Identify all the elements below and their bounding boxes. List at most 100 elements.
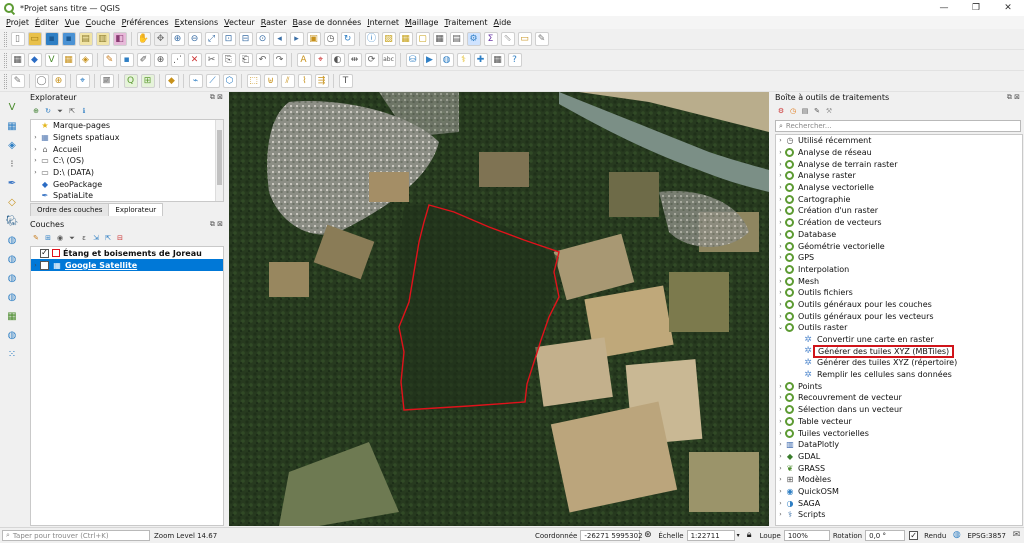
maximize-button[interactable]: ❐ bbox=[960, 0, 992, 16]
expand-arrow-icon[interactable]: › bbox=[776, 301, 785, 308]
toolbox-item[interactable]: › Analyse raster bbox=[776, 170, 1022, 182]
explorer-scrollbar[interactable] bbox=[215, 120, 223, 201]
select-features-icon[interactable]: ▨ bbox=[381, 32, 396, 46]
expand-arrow-icon[interactable]: › bbox=[776, 254, 785, 261]
explorer-item[interactable]: › ▭ C:\ (OS) bbox=[31, 155, 223, 167]
menu-item[interactable]: Internet bbox=[364, 18, 402, 27]
toolbox-item[interactable]: ✲ Générer des tuiles XYZ (répertoire) bbox=[776, 357, 1022, 369]
minimize-button[interactable]: — bbox=[928, 0, 960, 16]
map-tips-icon[interactable]: ✎ bbox=[534, 32, 549, 46]
open-attribute-table-icon[interactable]: ▦ bbox=[432, 32, 447, 46]
zoom-to-selection-icon[interactable]: ⊡ bbox=[221, 32, 236, 46]
add-wcs-icon[interactable]: ◍ bbox=[5, 328, 20, 343]
explorer-item[interactable]: ◆ GeoPackage bbox=[31, 178, 223, 190]
render-checkbox[interactable]: ✓ bbox=[909, 531, 919, 540]
python-icon[interactable]: ⚕ bbox=[456, 53, 471, 67]
toolbox-item[interactable]: ⌄ Outils raster bbox=[776, 322, 1022, 334]
toolbox-item[interactable]: › ⊞ Modèles bbox=[776, 474, 1022, 486]
select-by-value-icon[interactable]: ▦ bbox=[398, 32, 413, 46]
open-project-icon[interactable]: ▭ bbox=[27, 32, 42, 46]
globe-icon[interactable]: ◍ bbox=[439, 53, 454, 67]
toolbox-item[interactable]: › ◑ SAGA bbox=[776, 497, 1022, 509]
expand-all-icon[interactable]: ⇲ bbox=[91, 233, 101, 243]
measure-icon[interactable]: 📏︎ bbox=[500, 32, 515, 46]
fill-icon[interactable]: ◆ bbox=[164, 74, 179, 88]
undo-icon[interactable]: ↶ bbox=[255, 53, 270, 67]
layer-visibility-checkbox[interactable]: ✓ bbox=[40, 248, 49, 258]
menu-item[interactable]: Éditer bbox=[32, 18, 62, 27]
lock-icon[interactable]: 🔒︎ bbox=[743, 530, 755, 542]
expand-arrow-icon[interactable]: › bbox=[776, 266, 785, 273]
toolbox-item[interactable]: › Table vecteur bbox=[776, 416, 1022, 428]
toolbox-item[interactable]: ✲ Générer des tuiles XYZ (MBTiles) bbox=[776, 344, 1022, 358]
toolbox-item[interactable]: ✲ Remplir les cellules sans données bbox=[776, 369, 1022, 381]
show-hide-label-icon[interactable]: ◐ bbox=[330, 53, 345, 67]
explorer-item[interactable]: › ▦ Signets spatiaux bbox=[31, 132, 223, 144]
toolbox-item[interactable]: › Interpolation bbox=[776, 264, 1022, 276]
profile-icon[interactable]: 📈︎ bbox=[99, 74, 114, 88]
toolbox-item[interactable]: › ⚕ Scripts bbox=[776, 509, 1022, 521]
add-raster-icon[interactable]: ▦ bbox=[5, 119, 20, 134]
toolbox-item[interactable]: › GPS bbox=[776, 252, 1022, 264]
expand-arrow-icon[interactable]: › bbox=[776, 184, 785, 191]
text-annotation-icon[interactable]: T bbox=[338, 74, 353, 88]
save-edits-icon[interactable]: ▪ bbox=[119, 53, 134, 67]
menu-item[interactable]: Raster bbox=[258, 18, 290, 27]
menu-item[interactable]: Vecteur bbox=[221, 18, 258, 27]
crs-label[interactable]: EPSG:3857 bbox=[967, 532, 1006, 540]
add-group-icon[interactable]: ⊞ bbox=[43, 233, 53, 243]
expand-arrow-icon[interactable]: › bbox=[776, 137, 785, 144]
zoom-to-layer-icon[interactable]: ⊟ bbox=[238, 32, 253, 46]
toolbox-item[interactable]: ✲ Convertir une carte en raster bbox=[776, 334, 1022, 346]
toolbox-item[interactable]: › Géométrie vectorielle bbox=[776, 240, 1022, 252]
dock-tab[interactable]: Explorateur bbox=[108, 203, 164, 216]
filter-by-expression-icon[interactable]: ε bbox=[79, 233, 89, 243]
help-icon[interactable]: ? bbox=[507, 53, 522, 67]
add-wms-icon[interactable]: ◍ bbox=[5, 233, 20, 248]
layer-row[interactable]: ✓ Étang et boisements de Joreau bbox=[31, 247, 223, 259]
layers-panel-controls[interactable]: ⧉ ⊠ bbox=[210, 220, 223, 229]
add-wfs-icon[interactable]: ◍ bbox=[5, 252, 20, 267]
toolbox-item[interactable]: › Mesh bbox=[776, 275, 1022, 287]
add-xyz-icon[interactable]: ◍ bbox=[5, 290, 20, 305]
toolbar-grip[interactable] bbox=[4, 73, 7, 89]
label-tool-icon[interactable]: A bbox=[296, 53, 311, 67]
mouse-icon[interactable]: ⊛ bbox=[642, 530, 654, 542]
models-icon[interactable]: ⚙ bbox=[776, 106, 786, 116]
menu-item[interactable]: Maillage bbox=[402, 18, 441, 27]
add-selected-layers-icon[interactable]: ⊕ bbox=[31, 106, 41, 116]
remove-layer-icon[interactable]: ⊟ bbox=[115, 233, 125, 243]
vertex-tool-icon[interactable]: ⋰ bbox=[170, 53, 185, 67]
delete-icon[interactable]: ✕ bbox=[187, 53, 202, 67]
magnifier-field[interactable]: 100% bbox=[783, 530, 830, 541]
filter-icon[interactable]: ⏷ bbox=[55, 106, 65, 116]
split-icon[interactable]: ⫽ bbox=[280, 74, 295, 88]
info-icon[interactable]: ℹ bbox=[79, 106, 89, 116]
options-icon[interactable]: ⚒ bbox=[824, 106, 834, 116]
expand-arrow-icon[interactable]: › bbox=[776, 418, 785, 425]
vector-tools-icon[interactable]: ⌁ bbox=[188, 74, 203, 88]
filter-legend-icon[interactable]: ⏷ bbox=[67, 233, 77, 243]
expand-arrow-icon[interactable]: › bbox=[776, 231, 785, 238]
expand-arrow-icon[interactable]: › bbox=[776, 196, 785, 203]
crs-globe-icon[interactable]: ◍ bbox=[951, 530, 963, 542]
edit-layer-icon[interactable]: ✎ bbox=[102, 53, 117, 67]
new-map-view-icon[interactable]: ▣ bbox=[306, 32, 321, 46]
add-virtual-icon[interactable]: ◇ bbox=[5, 195, 20, 210]
scrollbar-thumb[interactable] bbox=[217, 130, 222, 185]
toolbox-item[interactable]: › Création de vecteurs bbox=[776, 217, 1022, 229]
add-arcgis-icon[interactable]: ◍ bbox=[5, 271, 20, 286]
pin-label-icon[interactable]: ⌖ bbox=[313, 53, 328, 67]
plugin-icon[interactable]: ✚ bbox=[473, 53, 488, 67]
toolbox-item[interactable]: › Database bbox=[776, 229, 1022, 241]
toolbox-item[interactable]: › ◉ QuickOSM bbox=[776, 486, 1022, 498]
db-manager-icon[interactable]: ⛁ bbox=[405, 53, 420, 67]
zoom-native-icon[interactable]: ⊙ bbox=[255, 32, 270, 46]
toolbox-item[interactable]: › Cartographie bbox=[776, 193, 1022, 205]
menu-item[interactable]: Traitement bbox=[441, 18, 490, 27]
add-point-cloud-icon[interactable]: ⁙ bbox=[5, 347, 20, 362]
georeferencer-icon[interactable]: ⌖ bbox=[75, 74, 90, 88]
pan-map-icon[interactable]: ✋ bbox=[136, 32, 151, 46]
offset-icon[interactable]: ⇶ bbox=[314, 74, 329, 88]
toolbox-item[interactable]: › ◷ Utilisé récemment bbox=[776, 135, 1022, 147]
